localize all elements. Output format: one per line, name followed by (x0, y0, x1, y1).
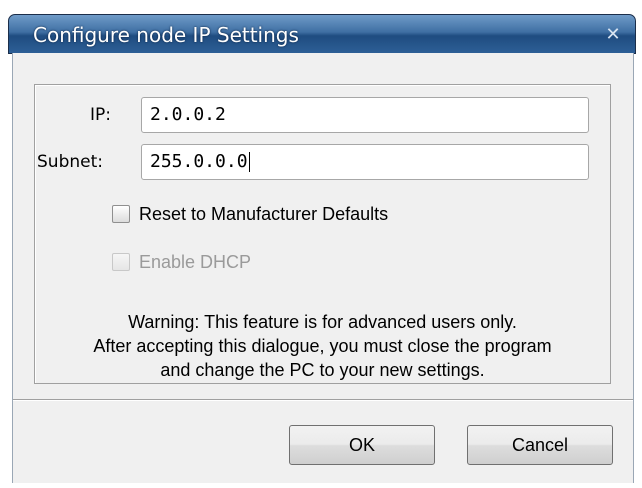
cancel-button[interactable]: Cancel (467, 425, 613, 465)
enable-dhcp-checkbox (112, 253, 130, 271)
text-cursor (248, 152, 250, 172)
button-separator (13, 399, 633, 401)
warning-line-2: After accepting this dialogue, you must … (93, 336, 552, 356)
subnet-value: 255.0.0.0 (150, 151, 248, 172)
warning-line-1: Warning: This feature is for advanced us… (128, 312, 517, 332)
dialog-body: IP: 2.0.0.2 Subnet: 255.0.0.0 Reset to M… (12, 53, 634, 483)
settings-group: IP: 2.0.0.2 Subnet: 255.0.0.0 Reset to M… (34, 84, 611, 384)
reset-defaults-checkbox[interactable] (112, 205, 130, 223)
reset-defaults-label[interactable]: Reset to Manufacturer Defaults (139, 204, 388, 225)
ok-button[interactable]: OK (289, 425, 435, 465)
ip-label: IP: (90, 105, 111, 125)
enable-dhcp-row: Enable DHCP (112, 249, 251, 275)
subnet-label: Subnet: (37, 152, 103, 172)
configure-ip-dialog: Configure node IP Settings ✕ IP: 2.0.0.2… (0, 0, 642, 488)
ip-input[interactable]: 2.0.0.2 (141, 97, 589, 133)
title-bar[interactable]: Configure node IP Settings ✕ (8, 14, 636, 54)
warning-line-3: and change the PC to your new settings. (160, 360, 485, 380)
subnet-input[interactable]: 255.0.0.0 (141, 144, 589, 180)
close-icon[interactable]: ✕ (601, 25, 625, 45)
enable-dhcp-label: Enable DHCP (139, 251, 252, 272)
reset-defaults-row[interactable]: Reset to Manufacturer Defaults (112, 201, 388, 227)
warning-text: Warning: This feature is for advanced us… (35, 310, 610, 382)
dialog-title: Configure node IP Settings (33, 23, 299, 47)
